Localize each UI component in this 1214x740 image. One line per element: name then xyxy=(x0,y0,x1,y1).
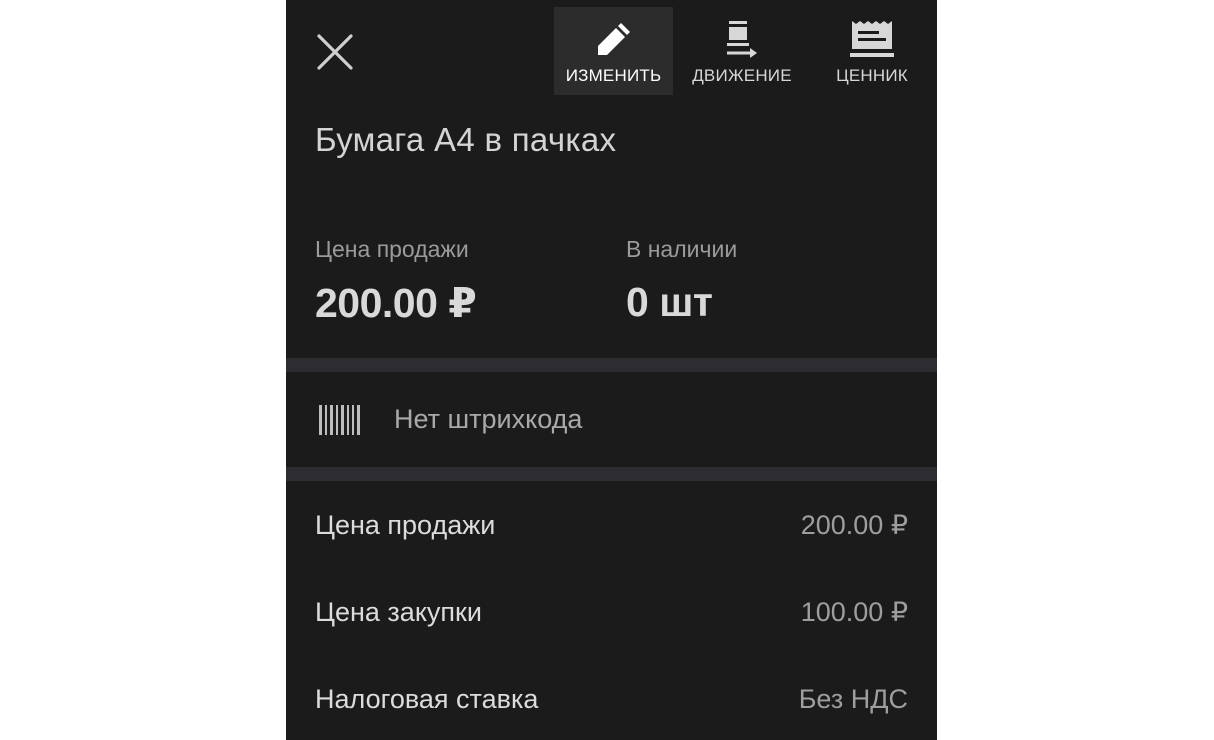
barcode-text: Нет штрихкода xyxy=(394,404,583,434)
edit-button-label: ИЗМЕНИТЬ xyxy=(565,66,662,85)
sale-price-value: 200.00 ₽ xyxy=(800,509,908,540)
sale-price-summary-value: 200.00 ₽ xyxy=(315,280,477,326)
price-tag-button[interactable]: ЦЕННИК xyxy=(821,7,923,95)
barcode-row[interactable]: Нет штрихкода xyxy=(286,372,937,467)
sale-price-label: Цена продажи xyxy=(315,509,496,540)
tax-rate-row[interactable]: Налоговая ставка Без НДС xyxy=(286,669,937,729)
stock-summary: В наличии 0 шт xyxy=(626,236,737,326)
sale-price-row[interactable]: Цена продажи 200.00 ₽ xyxy=(286,495,937,555)
tax-rate-value: Без НДС xyxy=(798,683,908,714)
product-name: Бумага А4 в пачках xyxy=(315,121,617,158)
purchase-price-row[interactable]: Цена закупки 100.00 ₽ xyxy=(286,582,937,642)
tax-rate-label: Налоговая ставка xyxy=(315,683,539,714)
price-tag-print-icon xyxy=(850,21,894,57)
sale-price-summary-label: Цена продажи xyxy=(315,236,469,262)
stock-summary-label: В наличии xyxy=(626,236,738,262)
pencil-icon xyxy=(597,23,630,55)
close-icon xyxy=(317,34,353,70)
product-card-screen: ИЗМЕНИТЬ ДВИЖЕНИЕ ЦЕННИК Бумага А4 в пач… xyxy=(286,0,937,740)
close-button[interactable] xyxy=(314,31,356,73)
section-divider xyxy=(286,358,937,372)
toolbar: ИЗМЕНИТЬ ДВИЖЕНИЕ ЦЕННИК xyxy=(286,0,937,100)
sale-price-summary: Цена продажи 200.00 ₽ xyxy=(315,236,477,327)
edit-button[interactable]: ИЗМЕНИТЬ xyxy=(554,7,673,95)
purchase-price-value: 100.00 ₽ xyxy=(800,596,908,627)
movement-button[interactable]: ДВИЖЕНИЕ xyxy=(686,7,798,95)
barcode-icon xyxy=(319,404,360,435)
section-divider xyxy=(286,467,937,481)
stock-movement-icon xyxy=(727,21,757,58)
movement-button-label: ДВИЖЕНИЕ xyxy=(692,66,792,85)
purchase-price-label: Цена закупки xyxy=(315,596,482,627)
stock-summary-value: 0 шт xyxy=(626,279,713,325)
price-tag-button-label: ЦЕННИК xyxy=(836,66,908,85)
